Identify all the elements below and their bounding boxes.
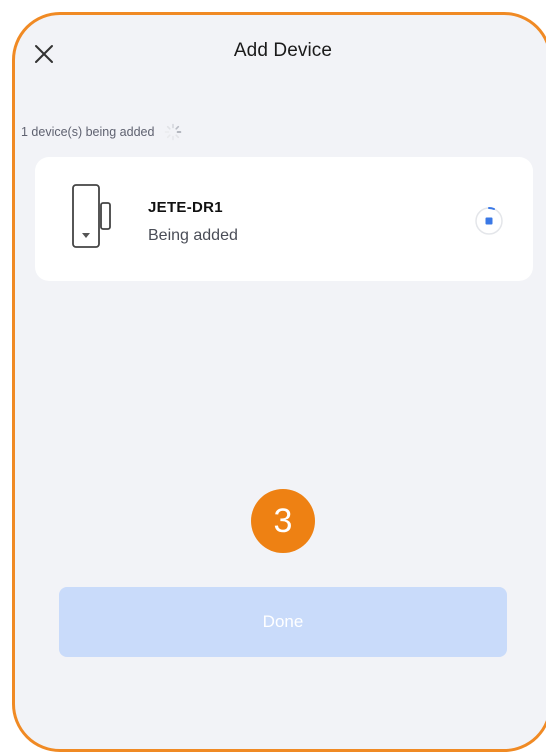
device-card[interactable]: JETE-DR1 Being added bbox=[35, 157, 533, 281]
device-name: JETE-DR1 bbox=[148, 199, 223, 216]
device-status: Being added bbox=[148, 227, 238, 244]
app-screen: Add Device 1 device(s) being added JETE-… bbox=[12, 12, 546, 752]
door-sensor-icon bbox=[72, 184, 111, 248]
loading-spinner-icon bbox=[165, 123, 182, 141]
header-bar: Add Device bbox=[15, 15, 546, 89]
page-title: Add Device bbox=[233, 40, 333, 61]
step-number-badge: 3 bbox=[251, 489, 315, 553]
progress-indicator-icon bbox=[475, 207, 503, 235]
adding-status-text: 1 device(s) being added bbox=[21, 125, 155, 139]
done-button[interactable]: Done bbox=[59, 587, 507, 657]
adding-status: 1 device(s) being added bbox=[21, 123, 182, 141]
